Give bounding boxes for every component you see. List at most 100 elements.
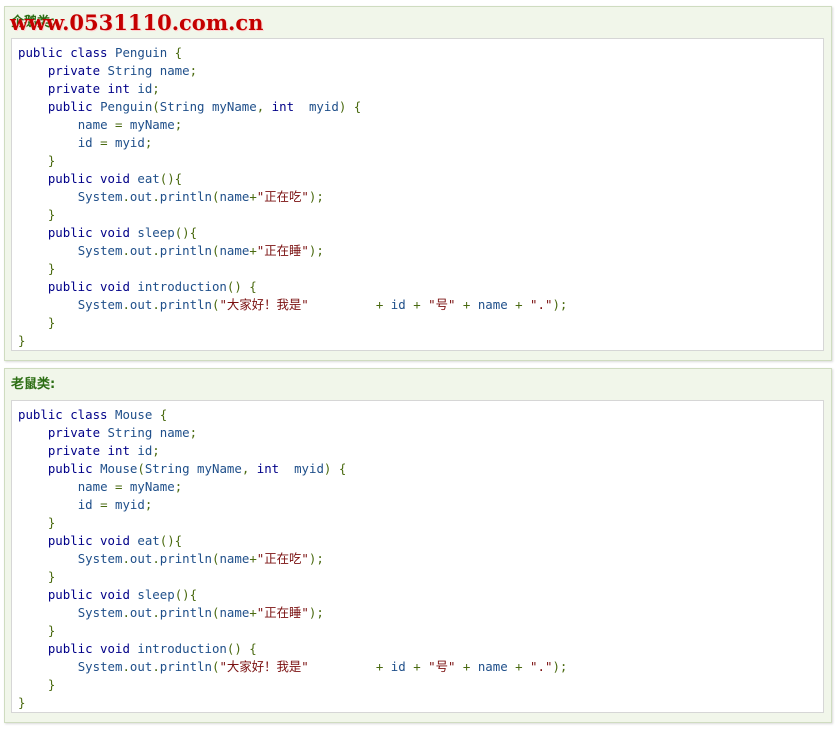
code-token: System <box>77 659 123 674</box>
code-line: System.out.println(name+"正在睡"); <box>18 242 823 260</box>
code-token: out <box>129 243 153 258</box>
code-panel-penguin: 企鹅类: public class Penguin { private Stri… <box>4 6 832 361</box>
code-token: } <box>47 153 56 168</box>
code-token: private int <box>47 443 138 458</box>
code-token: public void <box>47 533 138 548</box>
code-line: public class Penguin { <box>18 44 823 62</box>
code-token: ; <box>174 117 183 132</box>
code-token: ) { <box>338 99 362 114</box>
code-line: private String name; <box>18 424 823 442</box>
code-line: System.out.println("大家好！我是" + id + "号" +… <box>18 296 823 314</box>
code-line: name = myName; <box>18 116 823 134</box>
code-token: . <box>122 243 130 258</box>
code-token: } <box>47 623 56 638</box>
code-token: + <box>413 297 429 312</box>
code-line: } <box>18 314 823 332</box>
code-token: out <box>129 659 153 674</box>
code-line: } <box>18 676 823 694</box>
code-token: + <box>515 297 531 312</box>
code-token: + <box>462 659 478 674</box>
code-token: , <box>256 99 272 114</box>
code-token: . <box>122 189 130 204</box>
code-token: "." <box>530 297 553 312</box>
code-token: ; <box>152 443 160 458</box>
code-line: public void sleep(){ <box>18 224 823 242</box>
code-line: public void eat(){ <box>18 532 823 550</box>
code-token: id <box>77 497 101 512</box>
code-token: id <box>137 443 153 458</box>
code-token: = <box>100 135 115 150</box>
code-token: ); <box>308 189 324 204</box>
code-block-mouse[interactable]: public class Mouse { private String name… <box>11 400 824 713</box>
code-token: String name <box>107 425 190 440</box>
code-token: sleep <box>137 225 175 240</box>
code-token: Mouse <box>114 407 160 422</box>
code-token: String name <box>107 63 190 78</box>
code-token: public <box>47 99 101 114</box>
code-token: ) { <box>323 461 347 476</box>
code-token: public void <box>47 279 138 294</box>
code-token: System <box>77 551 123 566</box>
code-token: . <box>122 551 130 566</box>
code-token: println <box>159 243 212 258</box>
code-token: eat <box>137 533 160 548</box>
code-token: = <box>115 479 130 494</box>
code-token: () { <box>226 279 257 294</box>
code-token: Penguin <box>114 45 175 60</box>
code-token: + <box>375 659 391 674</box>
code-token: public class <box>18 45 115 60</box>
code-token: . <box>122 297 130 312</box>
code-token: . <box>152 189 160 204</box>
code-token: } <box>18 695 26 710</box>
code-token: int <box>256 461 295 476</box>
code-line: public void introduction() { <box>18 278 823 296</box>
code-token: ); <box>552 297 568 312</box>
code-line: System.out.println("大家好！我是" + id + "号" +… <box>18 658 823 676</box>
code-token: . <box>152 551 160 566</box>
code-token: ; <box>189 63 198 78</box>
code-token: "正在吃" <box>256 551 309 566</box>
code-line: id = myid; <box>18 134 823 152</box>
panel-title-mouse: 老鼠类: <box>11 377 56 392</box>
code-panel-mouse: 老鼠类: public class Mouse { private String… <box>4 368 832 723</box>
code-token: introduction <box>137 279 227 294</box>
code-token: ); <box>308 551 324 566</box>
code-token: + <box>249 605 257 620</box>
code-token: "正在睡" <box>256 243 309 258</box>
code-token: name <box>219 189 250 204</box>
code-token: ( <box>152 99 160 114</box>
code-token: + <box>515 659 531 674</box>
code-token: println <box>159 659 212 674</box>
code-token: "号" <box>428 297 463 312</box>
code-token: myid <box>115 135 145 150</box>
code-token: System <box>77 243 123 258</box>
code-token: sleep <box>137 587 175 602</box>
code-token: System <box>77 189 123 204</box>
code-token: System <box>77 297 123 312</box>
code-line: } <box>18 514 823 532</box>
code-block-penguin[interactable]: public class Penguin { private String na… <box>11 38 824 351</box>
code-token: ; <box>152 81 160 96</box>
code-token: name <box>477 659 516 674</box>
code-token: + <box>413 659 429 674</box>
code-token: + <box>375 297 391 312</box>
code-token: ( <box>137 461 145 476</box>
code-line: name = myName; <box>18 478 823 496</box>
code-token: int <box>271 99 309 114</box>
code-token: myName <box>129 479 175 494</box>
